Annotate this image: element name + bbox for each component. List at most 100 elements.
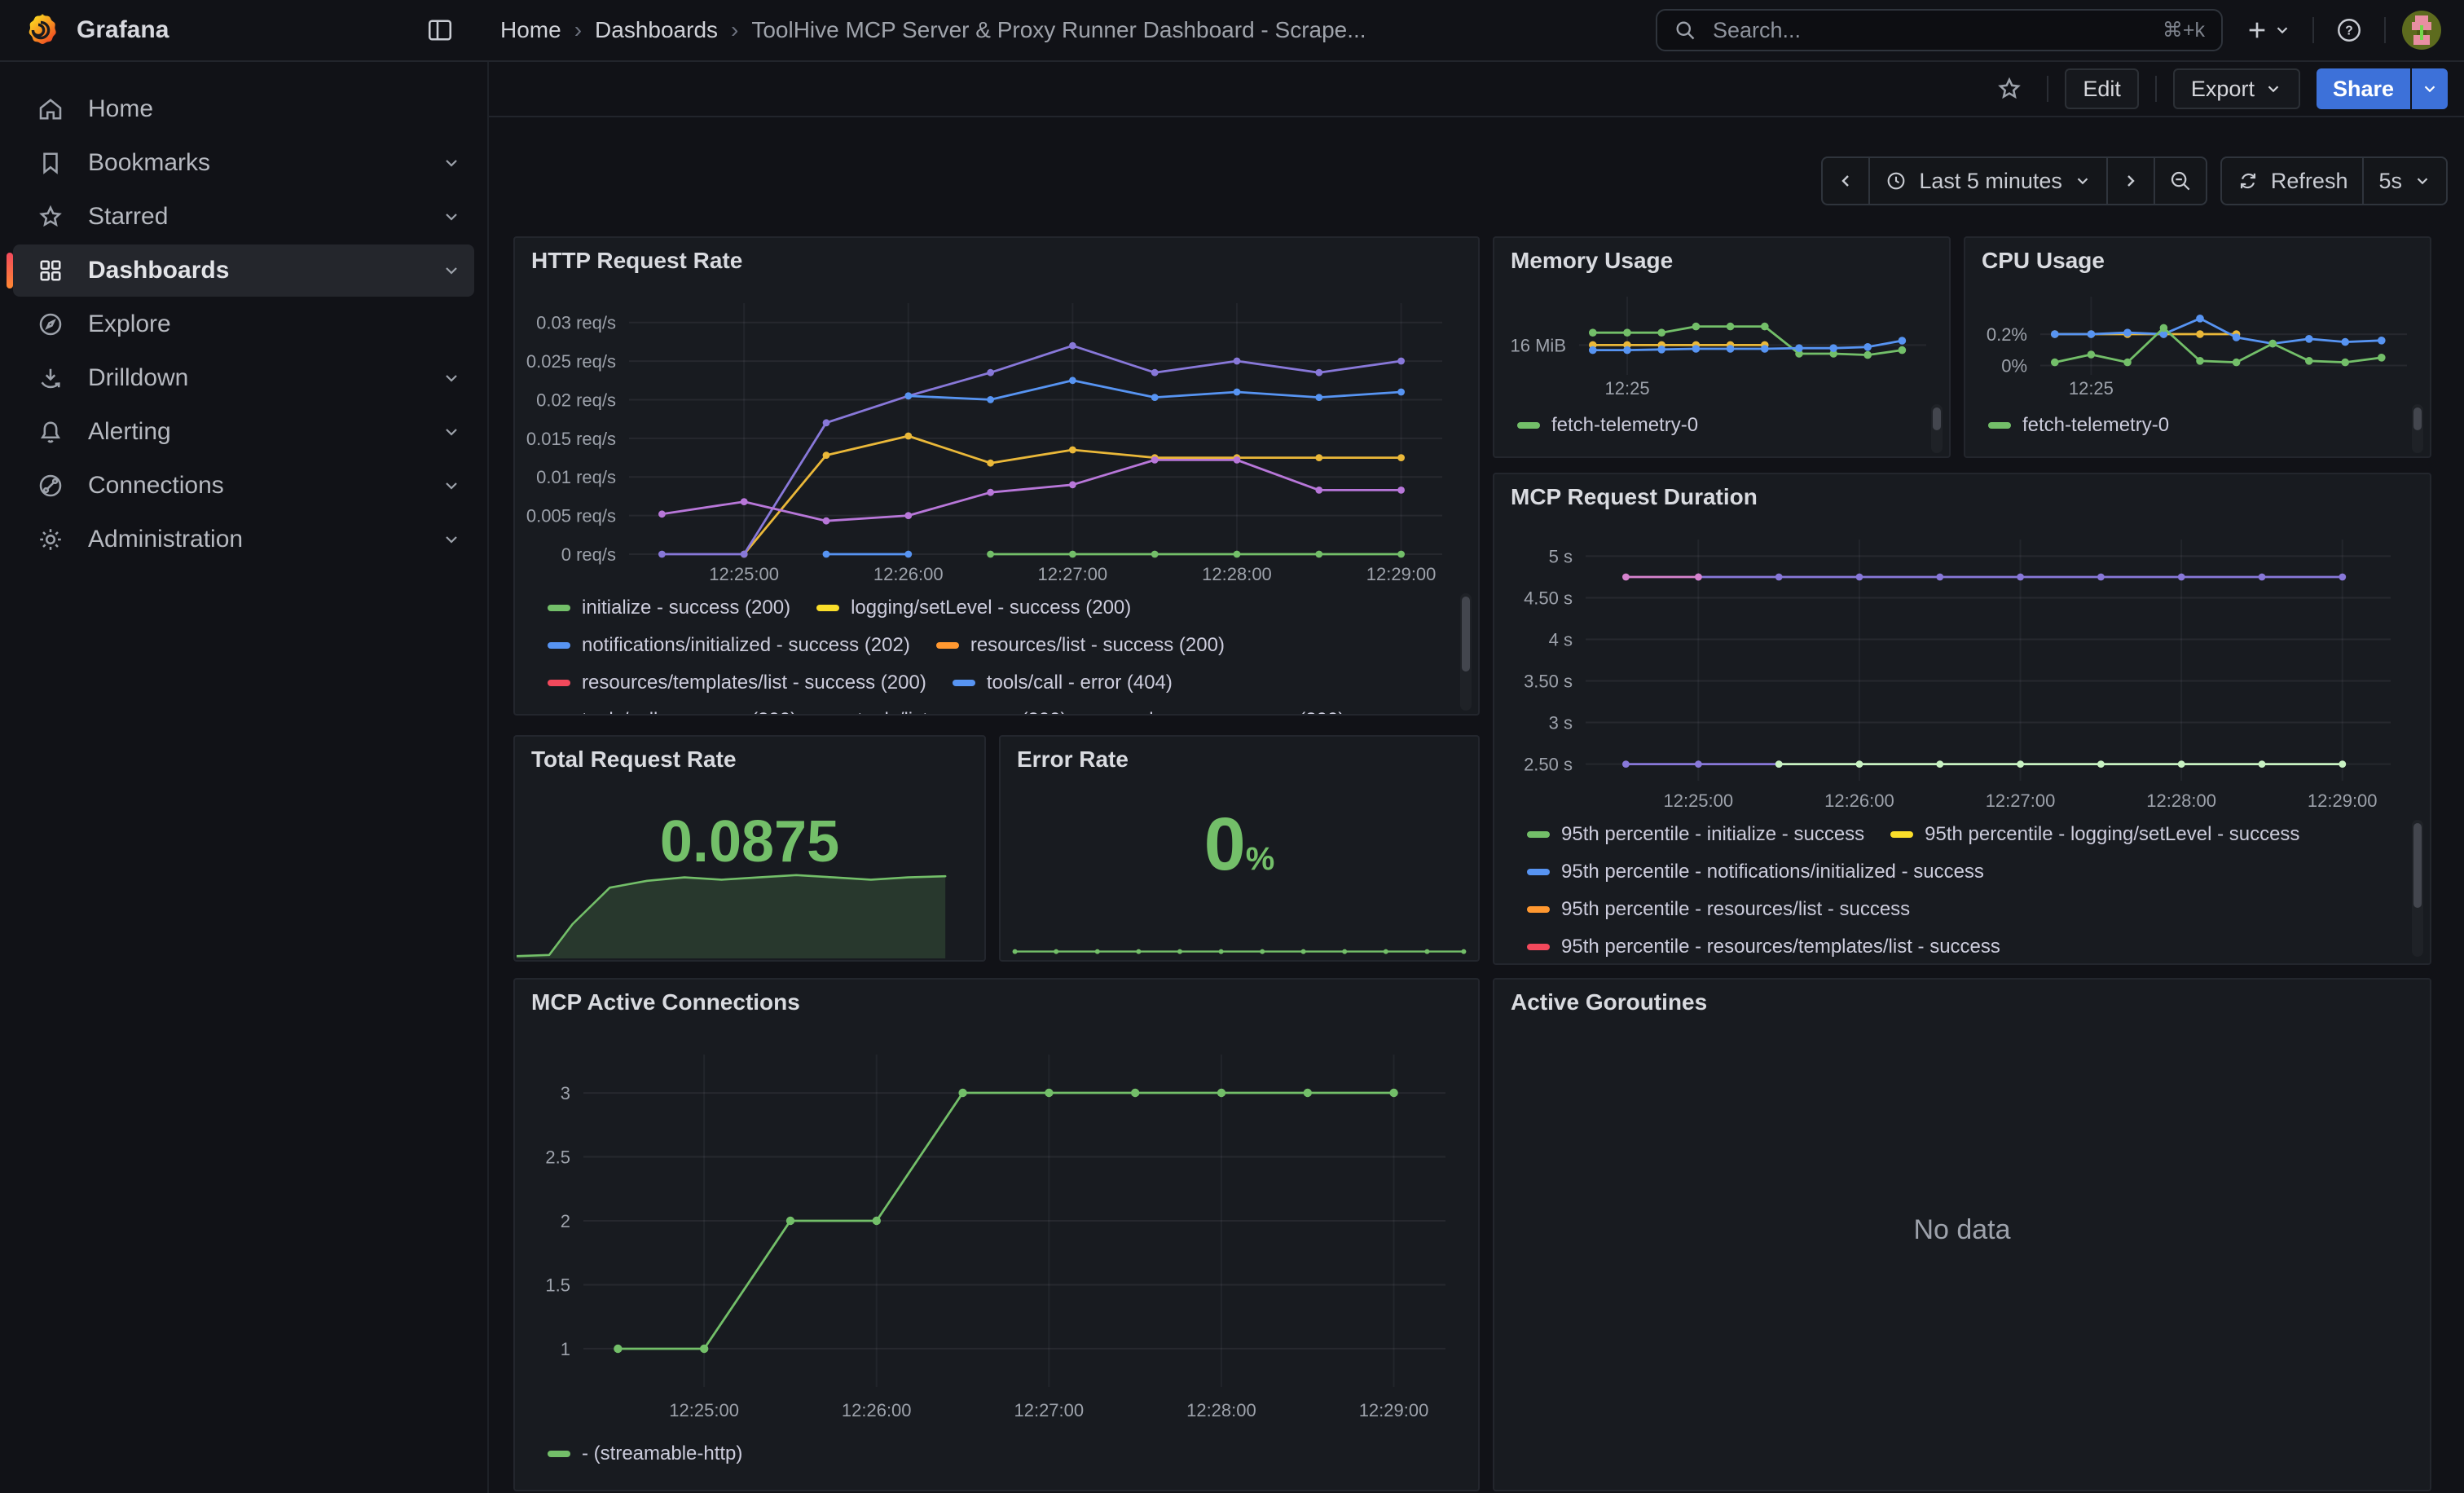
- legend-item[interactable]: fetch-telemetry-0: [1988, 414, 2169, 437]
- chevron-down-icon[interactable]: [442, 207, 461, 227]
- chevron-down-icon[interactable]: [442, 368, 461, 388]
- zoom-out-button[interactable]: [2155, 158, 2206, 204]
- sidebar-item-label: Drilldown: [88, 364, 419, 392]
- panel-cpu-usage: CPU Usage 0.2%0%12:25 fetch-telemetry-0: [1964, 236, 2431, 458]
- search-box[interactable]: ⌘+k: [1656, 9, 2223, 51]
- legend-scrollbar[interactable]: [2412, 820, 2423, 957]
- legend-item[interactable]: resources/list - success (200): [936, 634, 1225, 657]
- legend-item[interactable]: 95th percentile - initialize - success: [1527, 823, 1864, 846]
- legend-item[interactable]: tools/call - success (200): [548, 709, 797, 714]
- legend-item[interactable]: 95th percentile - resources/list - succe…: [1527, 898, 1910, 921]
- svg-text:12:25:00: 12:25:00: [1663, 791, 1733, 811]
- grafana-app: Grafana Home › Dashboards › ToolHive MCP…: [0, 0, 2464, 1493]
- export-button[interactable]: Export: [2173, 68, 2300, 109]
- legend-scrollbar[interactable]: [1931, 404, 1943, 453]
- time-shift-back-button[interactable]: [1823, 158, 1870, 204]
- user-avatar[interactable]: [2402, 11, 2441, 50]
- legend-swatch-icon: [548, 605, 570, 611]
- sidebar-item-connections[interactable]: Connections: [13, 460, 474, 512]
- mcp-active-connections-chart[interactable]: 32.521.5112:25:0012:26:0012:27:0012:28:0…: [525, 1032, 1462, 1426]
- home-icon: [36, 95, 65, 124]
- legend-scrollbar[interactable]: [2412, 404, 2423, 453]
- refresh-button[interactable]: Refresh: [2222, 158, 2365, 204]
- header-divider: [2384, 17, 2386, 43]
- breadcrumb-current: ToolHive MCP Server & Proxy Runner Dashb…: [751, 17, 1366, 43]
- legend-item[interactable]: 95th percentile - resources/templates/li…: [1527, 936, 2000, 958]
- legend-item[interactable]: notifications/initialized - success (202…: [548, 634, 910, 657]
- add-new-button[interactable]: [2239, 12, 2296, 48]
- sidebar-item-explore[interactable]: Explore: [13, 298, 474, 350]
- legend-item[interactable]: - (streamable-http): [548, 1442, 742, 1465]
- legend-item[interactable]: 95th percentile - logging/setLevel - suc…: [1890, 823, 2299, 846]
- breadcrumb-home[interactable]: Home: [500, 17, 561, 43]
- export-label: Export: [2191, 77, 2255, 102]
- sidebar-item-alerting[interactable]: Alerting: [13, 406, 474, 458]
- sidebar-item-dashboards[interactable]: Dashboards: [13, 244, 474, 297]
- sidebar-item-label: Explore: [88, 310, 461, 338]
- legend-swatch-icon: [816, 605, 839, 611]
- legend-item[interactable]: tools/call - error (404): [953, 672, 1173, 694]
- svg-text:12:28:00: 12:28:00: [2146, 791, 2216, 811]
- legend-item[interactable]: unknown - success (200): [1093, 709, 1345, 714]
- grafana-logo-icon[interactable]: [21, 11, 60, 50]
- panel-title[interactable]: Error Rate: [1017, 746, 1129, 773]
- chevron-down-icon[interactable]: [442, 153, 461, 173]
- cpu-usage-chart[interactable]: 0.2%0%12:25: [1972, 284, 2420, 404]
- sidebar-item-bookmarks[interactable]: Bookmarks: [13, 137, 474, 189]
- legend-item[interactable]: fetch-telemetry-0: [1517, 414, 1698, 437]
- sidebar-toggle-icon[interactable]: [419, 9, 461, 51]
- help-button[interactable]: ?: [2330, 11, 2368, 49]
- error-rate-value: 0%: [1001, 802, 1478, 887]
- share-button[interactable]: Share: [2317, 68, 2410, 109]
- svg-text:4 s: 4 s: [1549, 629, 1573, 650]
- memory-usage-chart[interactable]: 16 MiB12:25: [1501, 284, 1939, 404]
- scrollbar-thumb[interactable]: [1462, 597, 1470, 672]
- favorite-star-button[interactable]: [1988, 68, 2031, 110]
- panel-title[interactable]: HTTP Request Rate: [531, 248, 742, 274]
- bell-icon: [36, 417, 65, 447]
- chevron-down-icon[interactable]: [442, 261, 461, 280]
- sidebar-item-administration[interactable]: Administration: [13, 513, 474, 566]
- legend-item[interactable]: 95th percentile - notifications/initiali…: [1527, 861, 1984, 883]
- time-range-picker[interactable]: Last 5 minutes: [1870, 158, 2108, 204]
- sidebar-item-starred[interactable]: Starred: [13, 191, 474, 243]
- panel-title[interactable]: Memory Usage: [1511, 248, 1673, 274]
- panel-title[interactable]: Active Goroutines: [1511, 989, 1707, 1015]
- legend-item[interactable]: tools/list - success (200): [823, 709, 1067, 714]
- legend-scrollbar[interactable]: [1460, 593, 1472, 711]
- error-rate-sparkline: [1010, 934, 1468, 957]
- legend-swatch-icon: [548, 1451, 570, 1457]
- search-input[interactable]: [1709, 16, 2149, 45]
- chevron-down-icon[interactable]: [442, 422, 461, 442]
- panel-title[interactable]: MCP Active Connections: [531, 989, 800, 1015]
- svg-text:2.5: 2.5: [545, 1147, 570, 1168]
- legend-row: 95th percentile - initialize - success 95…: [1527, 823, 2397, 846]
- refresh-interval-picker[interactable]: 5s: [2364, 158, 2446, 204]
- legend-item[interactable]: logging/setLevel - success (200): [816, 597, 1131, 619]
- legend-item[interactable]: resources/templates/list - success (200): [548, 672, 926, 694]
- svg-text:12:27:00: 12:27:00: [1014, 1400, 1084, 1420]
- breadcrumb-dashboards[interactable]: Dashboards: [595, 17, 718, 43]
- chevron-down-icon[interactable]: [442, 530, 461, 549]
- legend-label: resources/templates/list - success (200): [582, 672, 926, 694]
- sidebar-item-drilldown[interactable]: Drilldown: [13, 352, 474, 404]
- scrollbar-thumb[interactable]: [2413, 823, 2422, 908]
- chevron-down-icon[interactable]: [442, 476, 461, 495]
- panel-title[interactable]: CPU Usage: [1982, 248, 2105, 274]
- time-shift-forward-button[interactable]: [2108, 158, 2155, 204]
- svg-text:12:26:00: 12:26:00: [1824, 791, 1894, 811]
- legend-row: notifications/initialized - success (202…: [548, 634, 1445, 657]
- sidebar-item-home[interactable]: Home: [13, 83, 474, 135]
- scrollbar-thumb[interactable]: [1933, 407, 1941, 430]
- panel-title[interactable]: Total Request Rate: [531, 746, 737, 773]
- scrollbar-thumb[interactable]: [2413, 407, 2422, 430]
- legend-label: 95th percentile - resources/list - succe…: [1561, 898, 1910, 921]
- svg-text:0.2%: 0.2%: [1987, 324, 2027, 345]
- edit-button[interactable]: Edit: [2065, 68, 2139, 109]
- svg-text:16 MiB: 16 MiB: [1511, 335, 1566, 355]
- mcp-request-duration-chart[interactable]: 5 s4.50 s4 s3.50 s3 s2.50 s12:25:0012:26…: [1504, 520, 2404, 817]
- legend-item[interactable]: initialize - success (200): [548, 597, 790, 619]
- http-request-rate-chart[interactable]: 0 req/s0.005 req/s0.01 req/s0.015 req/s0…: [525, 287, 1452, 590]
- panel-title[interactable]: MCP Request Duration: [1511, 484, 1758, 510]
- share-menu-button[interactable]: [2412, 68, 2448, 109]
